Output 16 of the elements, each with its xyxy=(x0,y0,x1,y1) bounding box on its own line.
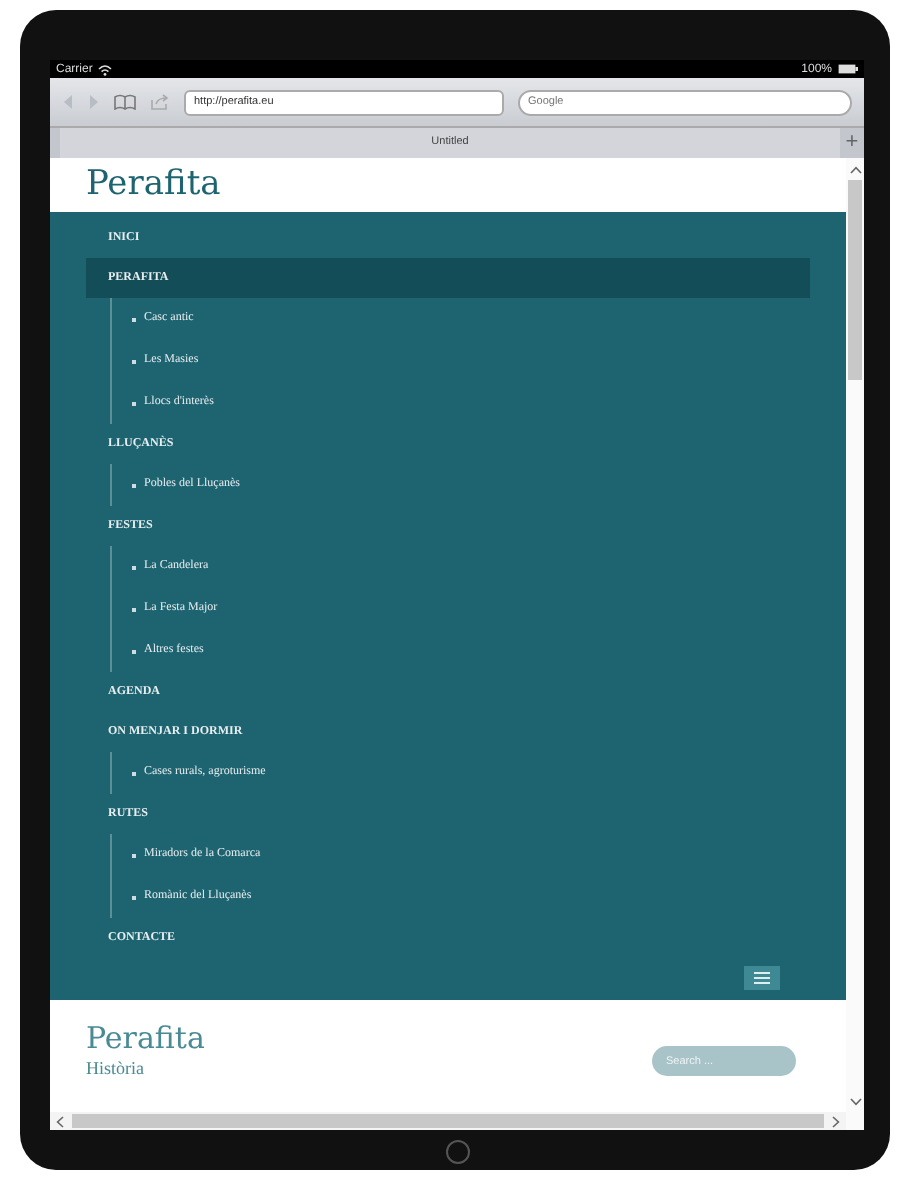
menu-icon xyxy=(754,972,770,984)
scroll-up-icon[interactable] xyxy=(849,166,861,174)
battery-icon xyxy=(838,64,858,74)
scroll-down-icon[interactable] xyxy=(849,1098,861,1106)
scroll-right-icon[interactable] xyxy=(832,1115,840,1127)
book-icon[interactable] xyxy=(114,94,136,110)
menu-button[interactable] xyxy=(744,966,780,990)
vertical-scrollbar[interactable] xyxy=(848,180,862,380)
footer-title: Perafita xyxy=(86,1020,205,1056)
scroll-left-icon[interactable] xyxy=(56,1115,64,1127)
home-button[interactable] xyxy=(445,1140,469,1164)
section-heading: Història xyxy=(86,1056,146,1082)
site-title[interactable]: Perafita xyxy=(50,158,846,212)
share-icon[interactable] xyxy=(150,94,170,110)
wifi-icon xyxy=(98,63,113,75)
horizontal-scrollbar[interactable] xyxy=(72,1114,824,1128)
